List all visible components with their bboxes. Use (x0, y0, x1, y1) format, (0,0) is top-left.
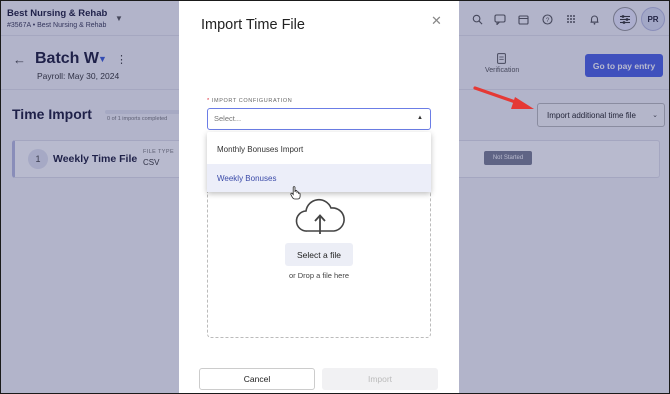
import-time-file-modal: Import Time File ✕ * IMPORT CONFIGURATIO… (179, 1, 459, 393)
cloud-upload-icon (295, 198, 345, 234)
configuration-options-menu: Monthly Bonuses Import Weekly Bonuses (207, 132, 431, 192)
app-frame: Best Nursing & Rehab #3567A • Best Nursi… (0, 0, 670, 394)
config-label-text: IMPORT CONFIGURATION (211, 98, 293, 104)
hand-cursor-icon (290, 186, 301, 203)
option-monthly-bonuses-import[interactable]: Monthly Bonuses Import (207, 135, 431, 163)
cancel-button[interactable]: Cancel (199, 368, 315, 390)
close-icon[interactable]: ✕ (431, 13, 442, 29)
option-weekly-bonuses[interactable]: Weekly Bonuses (207, 164, 431, 192)
import-button[interactable]: Import (322, 368, 438, 390)
required-mark: * (207, 98, 210, 104)
modal-title: Import Time File (201, 17, 305, 33)
import-configuration-select[interactable]: ▲ (207, 108, 431, 130)
import-configuration-label: * IMPORT CONFIGURATION (207, 98, 292, 104)
select-file-button[interactable]: Select a file (285, 243, 353, 266)
chevron-up-icon: ▲ (417, 115, 423, 121)
import-configuration-input[interactable] (214, 114, 394, 123)
drop-file-hint: or Drop a file here (288, 271, 350, 280)
